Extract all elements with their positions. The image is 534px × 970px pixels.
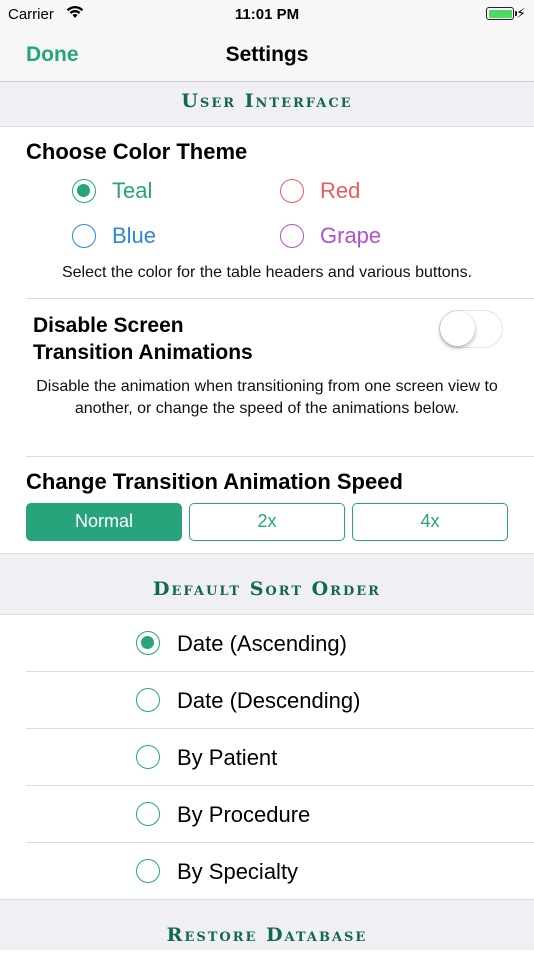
sort-option-date-descending[interactable]: Date (Descending) <box>0 672 534 729</box>
battery-icon <box>486 7 517 20</box>
sort-option-label: Date (Descending) <box>177 688 361 713</box>
theme-option-blue[interactable]: Blue <box>72 223 156 249</box>
radio-unselected-icon <box>136 802 160 826</box>
section-header-restore-database: Restore Database <box>0 899 534 950</box>
section-header-user-interface: User Interface <box>0 82 534 127</box>
divider <box>26 456 534 457</box>
theme-option-grape[interactable]: Grape <box>280 223 381 249</box>
radio-unselected-icon <box>136 745 160 769</box>
radio-unselected-icon <box>72 224 96 248</box>
color-theme-description: Select the color for the table headers a… <box>61 264 473 281</box>
navigation-bar: Done Settings <box>0 30 534 82</box>
speed-option-4x[interactable]: 4x <box>352 503 508 541</box>
sort-option-label: By Specialty <box>177 859 299 884</box>
sort-option-label: Date (Ascending) <box>177 631 347 656</box>
color-theme-heading: Choose Color Theme <box>26 139 248 164</box>
sort-option-by-specialty[interactable]: By Specialty <box>0 843 534 900</box>
theme-option-label: Grape <box>320 223 382 248</box>
disable-animations-toggle[interactable] <box>439 310 503 348</box>
theme-option-label: Red <box>320 178 361 203</box>
speed-heading: Change Transition Animation Speed <box>26 469 403 494</box>
theme-option-label: Blue <box>112 223 157 248</box>
speed-option-2x[interactable]: 2x <box>189 503 345 541</box>
charging-icon: ⚡ <box>516 5 526 21</box>
sort-option-label: By Patient <box>177 745 278 770</box>
section-header-default-sort-order: Default Sort Order <box>0 553 534 615</box>
clock-label: 11:01 PM <box>234 6 300 23</box>
animation-toggle-label-line: Disable Screen <box>33 314 184 337</box>
sort-option-by-patient[interactable]: By Patient <box>0 729 534 786</box>
sort-option-date-ascending[interactable]: Date (Ascending) <box>0 615 534 672</box>
status-bar: Carrier 11:01 PM ⚡ <box>0 0 534 30</box>
sort-option-label: By Procedure <box>177 802 311 827</box>
theme-option-label: Teal <box>112 178 153 203</box>
divider <box>26 298 534 299</box>
radio-unselected-icon <box>136 688 160 712</box>
page-title: Settings <box>225 43 309 66</box>
animation-toggle-label: Disable Screen Transition Animations <box>33 312 253 366</box>
theme-option-red[interactable]: Red <box>280 178 360 204</box>
radio-selected-icon <box>72 179 96 203</box>
animation-description: Disable the animation when transitioning… <box>36 378 498 417</box>
radio-unselected-icon <box>136 859 160 883</box>
animation-toggle-label-line: Transition Animations <box>33 341 253 364</box>
radio-unselected-icon <box>280 179 304 203</box>
speed-option-normal[interactable]: Normal <box>26 503 182 541</box>
radio-selected-icon <box>136 631 160 655</box>
theme-option-teal[interactable]: Teal <box>72 178 152 204</box>
sort-option-by-procedure[interactable]: By Procedure <box>0 786 534 843</box>
radio-unselected-icon <box>280 224 304 248</box>
